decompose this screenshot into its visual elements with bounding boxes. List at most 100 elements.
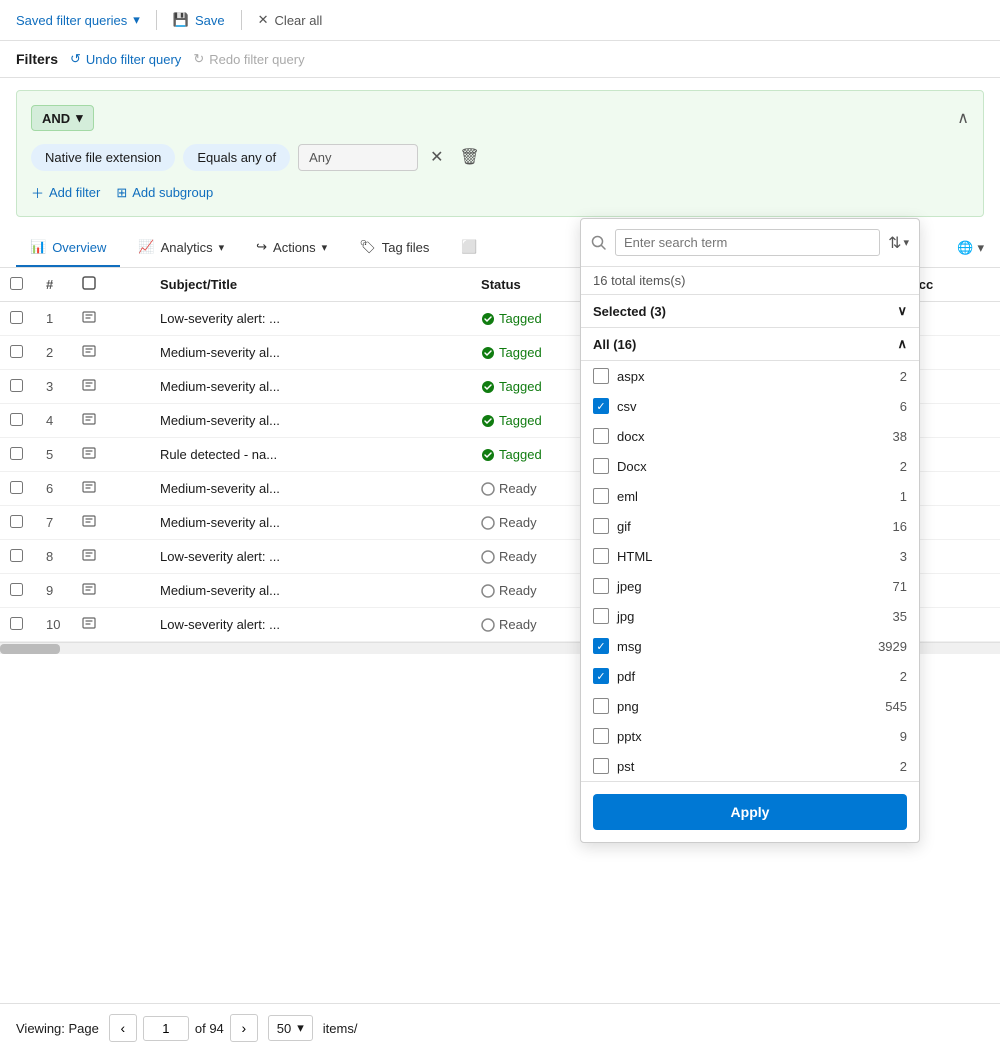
- dropdown-item[interactable]: ✓ msg 3929: [581, 631, 919, 661]
- tab-more[interactable]: ⬜: [447, 229, 491, 267]
- collapse-icon[interactable]: ∧: [957, 108, 969, 128]
- select-all-checkbox[interactable]: [10, 277, 23, 290]
- dropdown-item-left: pst: [593, 758, 634, 774]
- dropdown-item[interactable]: pptx 9: [581, 721, 919, 751]
- dropdown-item-checkbox[interactable]: ✓: [593, 638, 609, 654]
- row-checkbox[interactable]: [10, 345, 23, 358]
- tab-actions[interactable]: ↪ Actions ▾: [242, 229, 341, 267]
- dropdown-item[interactable]: Docx 2: [581, 451, 919, 481]
- dropdown-item[interactable]: docx 38: [581, 421, 919, 451]
- dropdown-item-count: 35: [893, 609, 907, 624]
- row-checkbox[interactable]: [10, 379, 23, 392]
- h-scroll-thumb[interactable]: [0, 644, 60, 654]
- saved-filter-queries-btn[interactable]: Saved filter queries ▾: [16, 12, 140, 28]
- col-num: #: [36, 268, 72, 302]
- dropdown-item[interactable]: aspx 2: [581, 361, 919, 391]
- collapse-selected-icon[interactable]: ∨: [897, 303, 907, 319]
- row-title: Rule detected - na...: [150, 438, 471, 472]
- top-bar: Saved filter queries ▾ 💾 Save ✕ Clear al…: [0, 0, 1000, 41]
- field-pill[interactable]: Native file extension: [31, 144, 175, 171]
- analytics-icon: 📈: [138, 239, 154, 255]
- dropdown-item[interactable]: png 545: [581, 691, 919, 721]
- dropdown-item-name: pptx: [617, 729, 642, 744]
- dropdown-item[interactable]: ✓ pdf 2: [581, 661, 919, 691]
- row-checkbox[interactable]: [10, 583, 23, 596]
- row-type-icon: [72, 336, 150, 370]
- dropdown-item[interactable]: pst 2: [581, 751, 919, 781]
- tab-tag-files[interactable]: 🏷 Tag files: [345, 229, 443, 267]
- clear-icon: ✕: [258, 12, 269, 28]
- row-num: 4: [36, 404, 72, 438]
- overview-icon: 📊: [30, 239, 46, 255]
- row-title: Medium-severity al...: [150, 404, 471, 438]
- selected-header: Selected (3) ∨: [581, 295, 919, 328]
- dropdown-item-checkbox[interactable]: [593, 458, 609, 474]
- operator-pill[interactable]: Equals any of: [183, 144, 290, 171]
- tab-analytics[interactable]: 📈 Analytics ▾: [124, 229, 238, 267]
- dropdown-item-checkbox[interactable]: [593, 518, 609, 534]
- row-checkbox[interactable]: [10, 481, 23, 494]
- dropdown-item-checkbox[interactable]: [593, 758, 609, 774]
- dropdown-item-left: pptx: [593, 728, 642, 744]
- tab-overview[interactable]: 📊 Overview: [16, 229, 120, 267]
- dropdown-item[interactable]: jpeg 71: [581, 571, 919, 601]
- clear-all-btn[interactable]: ✕ Clear all: [258, 12, 323, 28]
- dropdown-item-checkbox[interactable]: [593, 608, 609, 624]
- page-number-input[interactable]: [143, 1016, 189, 1041]
- dropdown-item-left: docx: [593, 428, 644, 444]
- row-checkbox[interactable]: [10, 617, 23, 630]
- dropdown-item[interactable]: gif 16: [581, 511, 919, 541]
- subgroup-icon: ⊞: [116, 185, 127, 201]
- divider-1: [156, 10, 157, 30]
- save-btn[interactable]: 💾 Save: [173, 12, 225, 28]
- sort-btn[interactable]: ⇅ ▾: [888, 233, 909, 253]
- dropdown-item-checkbox[interactable]: [593, 548, 609, 564]
- collapse-all-icon[interactable]: ∧: [897, 336, 907, 352]
- dropdown-item-left: ✓ csv: [593, 398, 637, 414]
- dropdown-item[interactable]: ✓ csv 6: [581, 391, 919, 421]
- apply-btn[interactable]: Apply: [593, 794, 907, 830]
- value-input[interactable]: Any: [298, 144, 418, 171]
- row-num: 9: [36, 574, 72, 608]
- dropdown-item[interactable]: HTML 3: [581, 541, 919, 571]
- redo-btn[interactable]: ↻ Redo filter query: [193, 51, 304, 67]
- undo-btn[interactable]: ↺ Undo filter query: [70, 51, 181, 67]
- dropdown-item-checkbox[interactable]: [593, 578, 609, 594]
- dropdown-item[interactable]: jpg 35: [581, 601, 919, 631]
- dropdown-item-count: 16: [893, 519, 907, 534]
- row-type-icon: [72, 608, 150, 642]
- next-page-btn[interactable]: ›: [230, 1014, 258, 1042]
- prev-page-btn[interactable]: ‹: [109, 1014, 137, 1042]
- row-checkbox[interactable]: [10, 515, 23, 528]
- row-num: 7: [36, 506, 72, 540]
- row-checkbox[interactable]: [10, 311, 23, 324]
- and-operator-btn[interactable]: AND ▾: [31, 105, 94, 131]
- row-checkbox[interactable]: [10, 413, 23, 426]
- add-subgroup-btn[interactable]: ⊞ Add subgroup: [116, 185, 213, 201]
- row-checkbox[interactable]: [10, 447, 23, 460]
- globe-area[interactable]: 🌐 ▾: [957, 240, 984, 256]
- dropdown-item-checkbox[interactable]: [593, 488, 609, 504]
- dropdown-item-left: gif: [593, 518, 631, 534]
- dropdown-item-checkbox[interactable]: [593, 728, 609, 744]
- dropdown-item-checkbox[interactable]: [593, 368, 609, 384]
- dropdown-item-left: ✓ pdf: [593, 668, 635, 684]
- add-filter-btn[interactable]: ＋ Add filter: [31, 183, 100, 202]
- delete-condition-btn[interactable]: 🗑: [456, 143, 484, 171]
- dropdown-item-checkbox[interactable]: [593, 428, 609, 444]
- dropdown-item-checkbox[interactable]: ✓: [593, 668, 609, 684]
- search-input[interactable]: [615, 229, 880, 256]
- row-title: Medium-severity al...: [150, 506, 471, 540]
- clear-condition-btn[interactable]: ✕: [426, 143, 447, 171]
- actions-icon: ↪: [256, 239, 267, 255]
- row-checkbox[interactable]: [10, 549, 23, 562]
- dropdown-item-checkbox[interactable]: [593, 698, 609, 714]
- dropdown-item-name: Docx: [617, 459, 647, 474]
- chevron-down-icon: ▾: [133, 12, 140, 28]
- tag-icon: 🏷: [359, 239, 376, 255]
- dropdown-item-name: pst: [617, 759, 634, 774]
- dropdown-item-checkbox[interactable]: ✓: [593, 398, 609, 414]
- dropdown-item[interactable]: eml 1: [581, 481, 919, 511]
- filter-dropdown-panel: ⇅ ▾ 16 total items(s) Selected (3) ∨ All…: [580, 218, 920, 843]
- items-per-page-select[interactable]: 50 ▾: [268, 1015, 313, 1041]
